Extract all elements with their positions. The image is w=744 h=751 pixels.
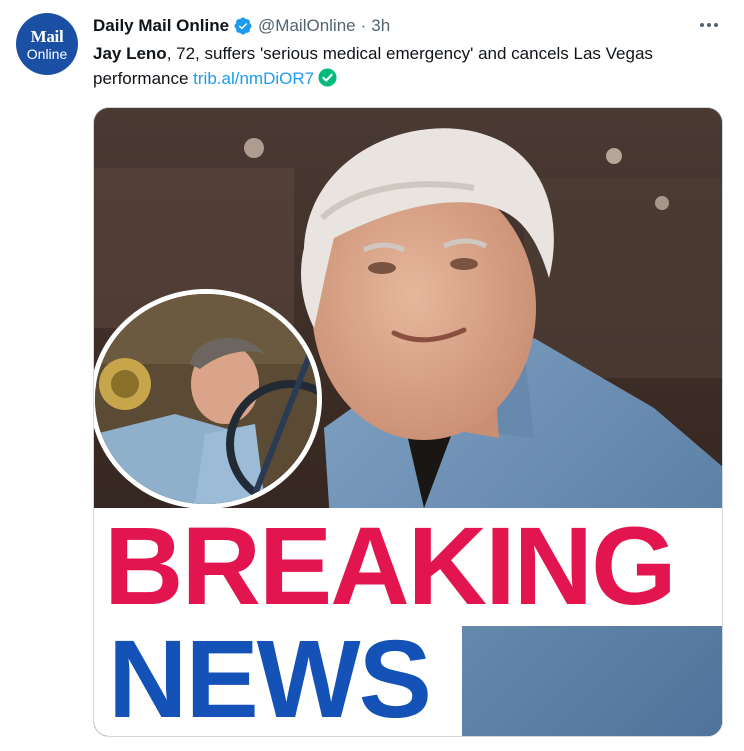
avatar-logo-line1: Mail: [30, 26, 64, 46]
display-name[interactable]: Daily Mail Online: [93, 16, 229, 36]
tweet-text: Jay Leno, 72, suffers 'serious medical e…: [93, 41, 733, 94]
check-mark-icon: [318, 68, 337, 94]
tweet-name-bold: Jay Leno: [93, 44, 167, 63]
verified-badge-icon: [233, 16, 253, 36]
tweet-text-body: , 72, suffers 'serious medical emergency…: [93, 44, 653, 88]
handle[interactable]: @MailOnline: [258, 16, 356, 36]
tweet-header: Daily Mail Online @MailOnline · 3h: [93, 12, 390, 40]
tweet[interactable]: Mail Online Daily Mail Online @MailOnlin…: [0, 0, 744, 751]
inset-circle-photo: [94, 289, 322, 509]
avatar-logo-line2: Online: [26, 45, 68, 62]
news-headline: NEWS: [108, 618, 432, 737]
tweet-link[interactable]: trib.al/nmDiOR7: [193, 69, 314, 88]
avatar[interactable]: Mail Online: [16, 13, 78, 75]
more-options-icon[interactable]: [694, 12, 724, 38]
tweet-media-image[interactable]: BREAKING NEWS: [93, 107, 723, 737]
separator: ·: [360, 16, 367, 35]
timestamp[interactable]: 3h: [371, 16, 390, 36]
breaking-headline: BREAKING: [104, 505, 677, 628]
